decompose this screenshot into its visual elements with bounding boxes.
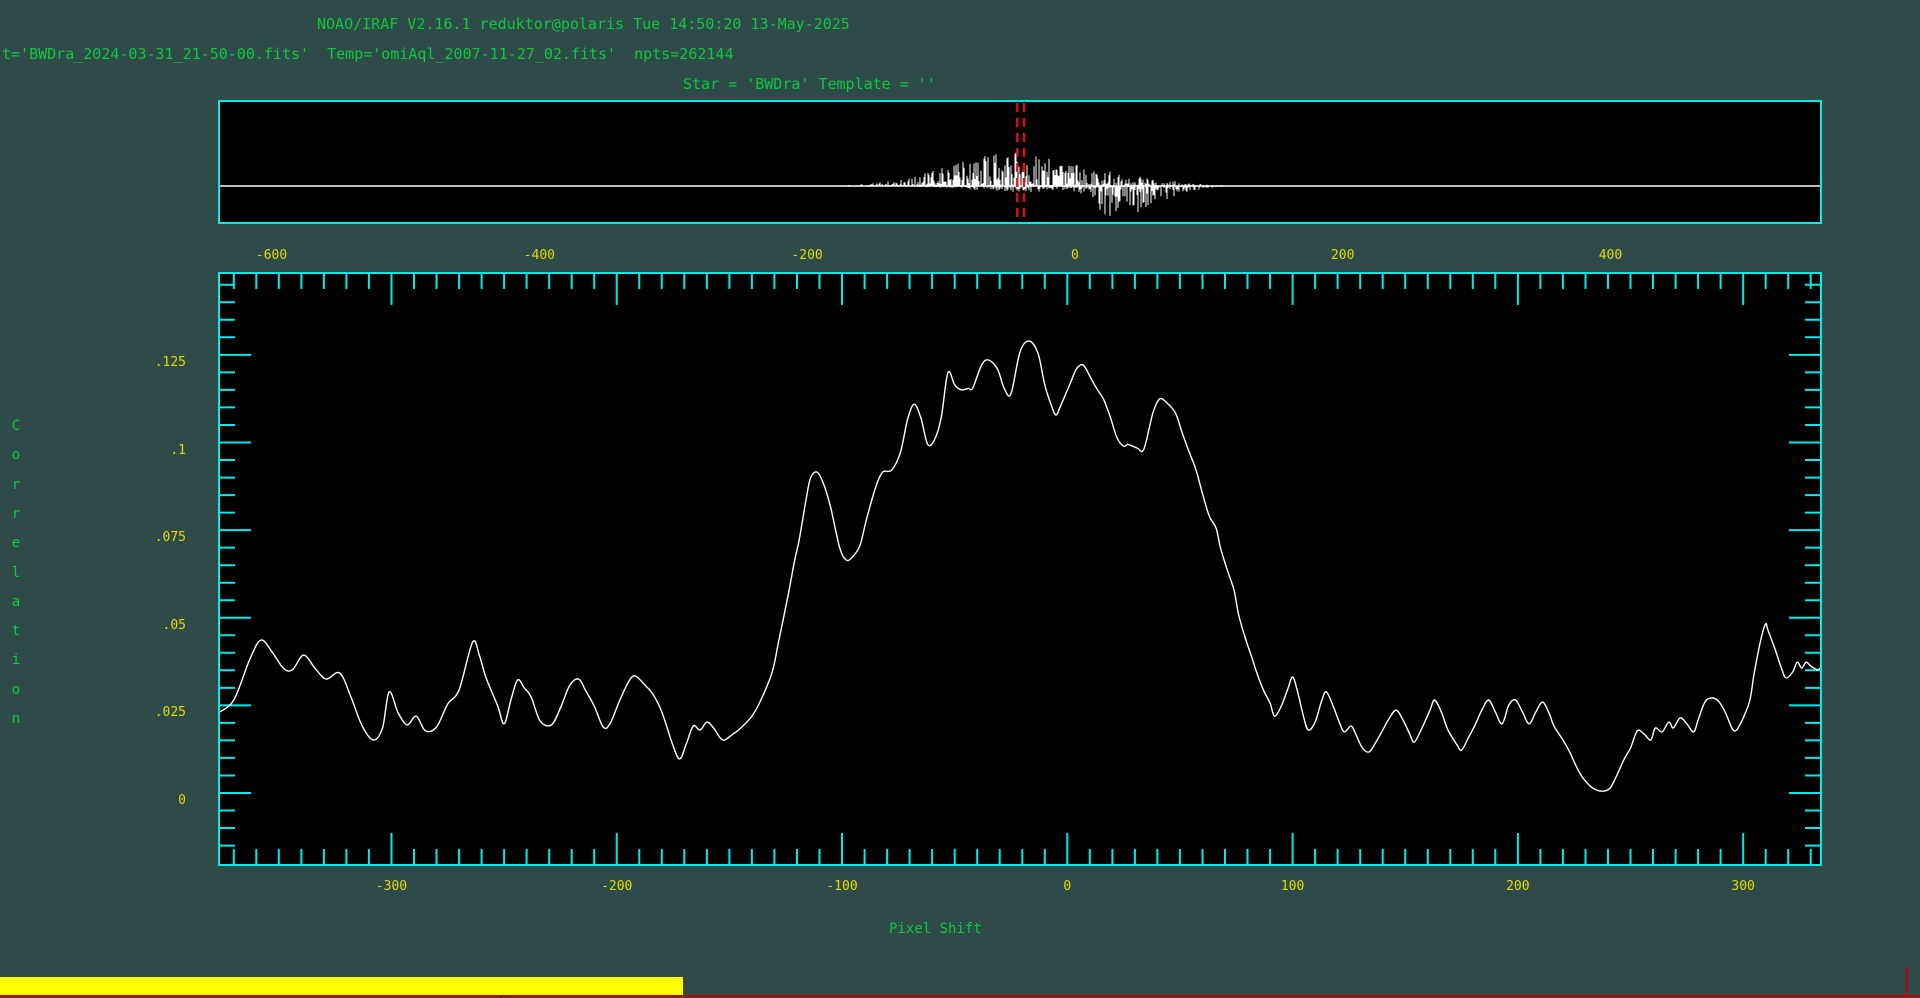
status-bar: HJD= 401.4149 FWHM=5.65 Vr=-54.444 Vo=-3…	[0, 977, 683, 995]
axis-tick-label: .075	[100, 530, 186, 546]
cursor-marker	[1906, 967, 1908, 995]
object-template-info-line: t='BWDra_2024-03-31_21-50-00.fits' Temp=…	[2, 46, 734, 62]
axis-tick-label: .025	[100, 705, 186, 721]
axis-tick-label: -400	[504, 248, 574, 264]
window-header-line: NOAO/IRAF V2.16.1 reduktor@polaris Tue 1…	[317, 16, 850, 32]
axis-tick-label: -200	[582, 879, 652, 895]
y-axis-title-letter: o	[7, 682, 25, 698]
x-axis-title: Pixel Shift	[889, 921, 982, 937]
correlation-plot-panel[interactable]	[218, 272, 1822, 866]
y-axis-title-letter: l	[7, 565, 25, 581]
y-axis-title-letter: r	[7, 477, 25, 493]
bottom-divider-line	[0, 995, 1920, 997]
axis-tick-label: 0	[1032, 879, 1102, 895]
y-axis-title-letter: n	[7, 711, 25, 727]
y-axis-title-letter: i	[7, 652, 25, 668]
star-template-line: Star = 'BWDra' Template = ''	[683, 76, 936, 92]
y-axis-title-letter: e	[7, 535, 25, 551]
correlation-plot	[218, 272, 1822, 866]
axis-tick-label: -300	[356, 879, 426, 895]
axis-tick-label: 400	[1575, 248, 1645, 264]
y-axis-title-letter: a	[7, 594, 25, 610]
axis-tick-label: 300	[1708, 879, 1778, 895]
y-axis-title-letter: t	[7, 623, 25, 639]
axis-tick-label: -200	[772, 248, 842, 264]
ccf-spectrum-panel[interactable]	[218, 100, 1822, 224]
axis-tick-label: 200	[1308, 248, 1378, 264]
axis-tick-label: 0	[1040, 248, 1110, 264]
ccf-spectrum-plot	[218, 100, 1822, 224]
axis-tick-label: .05	[100, 618, 186, 634]
axis-tick-label: .125	[100, 355, 186, 371]
iraf-graphics-window: NOAO/IRAF V2.16.1 reduktor@polaris Tue 1…	[0, 0, 1920, 998]
axis-tick-label: 0	[100, 793, 186, 809]
axis-tick-label: 100	[1258, 879, 1328, 895]
axis-tick-label: -100	[807, 879, 877, 895]
y-axis-title-letter: r	[7, 506, 25, 522]
axis-tick-label: .1	[100, 443, 186, 459]
axis-tick-label: 200	[1483, 879, 1553, 895]
y-axis-title-letter: o	[7, 447, 25, 463]
axis-tick-label: -600	[237, 248, 307, 264]
y-axis-title-letter: C	[7, 418, 25, 434]
